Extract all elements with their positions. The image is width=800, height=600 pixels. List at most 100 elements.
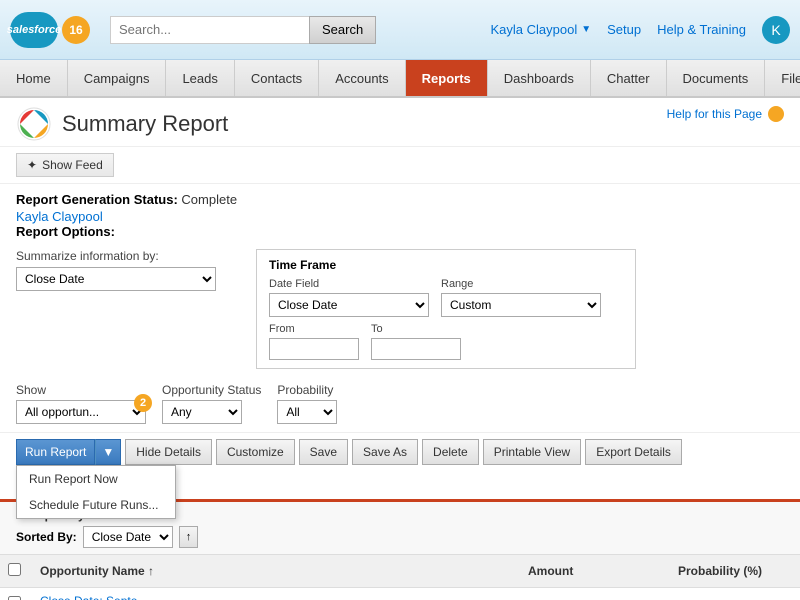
range-select[interactable]: Custom	[441, 293, 601, 317]
logo-area: salesforce 16	[10, 12, 90, 48]
col-header-probability[interactable]: Probability (%)	[666, 555, 796, 587]
date-field-group: Date Field Close Date	[269, 278, 429, 317]
help-link-top[interactable]: Help & Training	[657, 22, 746, 37]
show-feed-button[interactable]: ✦ Show Feed	[16, 153, 114, 177]
sort-select[interactable]: Close Date	[83, 526, 173, 548]
status-value: Complete	[181, 192, 237, 207]
nav-leads[interactable]: Leads	[166, 60, 234, 96]
hide-details-button[interactable]: Hide Details	[125, 439, 212, 465]
range-group: Range Custom	[441, 278, 601, 317]
header-checkbox	[4, 555, 28, 587]
nav-campaigns[interactable]: Campaigns	[68, 60, 167, 96]
run-report-dropdown[interactable]: ▼	[95, 439, 121, 465]
top-bar: salesforce 16 Search Kayla Claypool ▼ Se…	[0, 0, 800, 60]
show-group: Show All opportun... 2	[16, 383, 146, 424]
from-input[interactable]	[269, 338, 359, 360]
to-group: To	[371, 323, 461, 360]
probability-group: Probability All	[277, 383, 337, 424]
summarize-select[interactable]: Close Date	[16, 267, 216, 291]
nav-contacts[interactable]: Contacts	[235, 60, 319, 96]
run-now-item[interactable]: Run Report Now	[17, 466, 175, 492]
nav-chatter[interactable]: Chatter	[591, 60, 667, 96]
show-badge: 2	[134, 394, 152, 412]
user-name[interactable]: Kayla Claypool ▼	[491, 22, 592, 37]
delete-button[interactable]: Delete	[422, 439, 479, 465]
page-content: Summary Report Help for this Page ✦ Show…	[0, 98, 800, 600]
run-dropdown-menu: Run Report Now Schedule Future Runs...	[16, 465, 176, 519]
table-header: Opportunity Name ↑ Amount Probability (%…	[0, 554, 800, 588]
report-icon-title: Summary Report	[16, 106, 228, 142]
probability-select[interactable]: All	[277, 400, 337, 424]
row-checkbox	[4, 588, 28, 600]
show-select-wrapper: All opportun... 2	[16, 400, 146, 424]
printable-view-button[interactable]: Printable View	[483, 439, 582, 465]
row-select-checkbox[interactable]	[8, 596, 21, 600]
table-row: Close Date: Septe...	[0, 588, 800, 600]
nav-reports[interactable]: Reports	[406, 60, 488, 96]
help-circle-icon	[768, 106, 784, 122]
row-amount	[516, 588, 666, 600]
timeframe-row: Date Field Close Date Range Custom	[269, 278, 623, 317]
page-header: Summary Report Help for this Page	[0, 98, 800, 147]
show-feed-bar: ✦ Show Feed	[0, 147, 800, 184]
report-status-section: Report Generation Status: Complete Kayla…	[0, 184, 800, 243]
opp-status-select[interactable]: Any	[162, 400, 242, 424]
sorted-by-row: Sorted By: Close Date ↑	[0, 524, 800, 554]
from-group: From	[269, 323, 359, 360]
sort-direction-button[interactable]: ↑	[179, 526, 199, 548]
status-label: Report Generation Status:	[16, 192, 178, 207]
nav-bar: Home Campaigns Leads Contacts Accounts R…	[0, 60, 800, 98]
action-bar: Run Report ▼ Run Report Now Schedule Fut…	[0, 432, 800, 495]
timeframe-title: Time Frame	[269, 258, 623, 272]
customize-button[interactable]: Customize	[216, 439, 295, 465]
run-report-button[interactable]: Run Report	[16, 439, 95, 465]
schedule-runs-item[interactable]: Schedule Future Runs...	[17, 492, 175, 518]
report-type-icon	[16, 106, 52, 142]
to-input[interactable]	[371, 338, 461, 360]
from-to-row: From To	[269, 323, 623, 360]
owner-link[interactable]: Kayla Claypool	[16, 209, 784, 224]
nav-files[interactable]: Files	[765, 60, 800, 96]
user-dropdown-arrow: ▼	[581, 24, 591, 35]
to-label: To	[371, 323, 461, 335]
search-input[interactable]	[110, 16, 310, 44]
range-label: Range	[441, 278, 601, 290]
col-header-amount[interactable]: Amount	[516, 555, 666, 587]
date-field-label: Date Field	[269, 278, 429, 290]
help-area: Help for this Page	[667, 106, 784, 122]
opp-status-label: Opportunity Status	[162, 383, 261, 397]
logo-badge: 16	[62, 16, 90, 44]
feed-icon: ✦	[27, 158, 37, 172]
page-title: Summary Report	[62, 111, 228, 137]
save-button[interactable]: Save	[299, 439, 348, 465]
nav-documents[interactable]: Documents	[667, 60, 766, 96]
row-probability	[666, 588, 796, 600]
col-header-opportunity[interactable]: Opportunity Name ↑	[28, 555, 516, 587]
timeframe-box: Time Frame Date Field Close Date Range C…	[256, 249, 636, 369]
search-button[interactable]: Search	[309, 16, 376, 44]
show-select[interactable]: All opportun...	[16, 400, 146, 424]
opp-status-group: Opportunity Status Any	[162, 383, 261, 424]
from-label: From	[269, 323, 359, 335]
nav-accounts[interactable]: Accounts	[319, 60, 405, 96]
summarize-group: Summarize information by: Close Date	[16, 249, 236, 291]
report-options: Summarize information by: Close Date Tim…	[0, 243, 800, 379]
search-area: Search	[110, 16, 390, 44]
row-opportunity-name[interactable]: Close Date: Septe...	[28, 588, 516, 600]
export-details-button[interactable]: Export Details	[585, 439, 682, 465]
date-field-select[interactable]: Close Date	[269, 293, 429, 317]
probability-label: Probability	[277, 383, 337, 397]
help-page-link[interactable]: Help for this Page	[667, 107, 762, 121]
user-avatar: K	[762, 16, 790, 44]
run-report-btn-group: Run Report ▼	[16, 439, 121, 465]
nav-dashboards[interactable]: Dashboards	[488, 60, 591, 96]
opportunity-link[interactable]: Close Date: Septe...	[40, 594, 147, 600]
run-report-wrapper: Run Report ▼ Run Report Now Schedule Fut…	[16, 439, 121, 465]
salesforce-logo: salesforce	[10, 12, 58, 48]
nav-home[interactable]: Home	[0, 60, 68, 96]
select-all-checkbox[interactable]	[8, 563, 21, 576]
save-as-button[interactable]: Save As	[352, 439, 418, 465]
top-nav-right: Kayla Claypool ▼ Setup Help & Training K	[491, 16, 791, 44]
options-label: Report Options:	[16, 224, 115, 239]
setup-link[interactable]: Setup	[607, 22, 641, 37]
